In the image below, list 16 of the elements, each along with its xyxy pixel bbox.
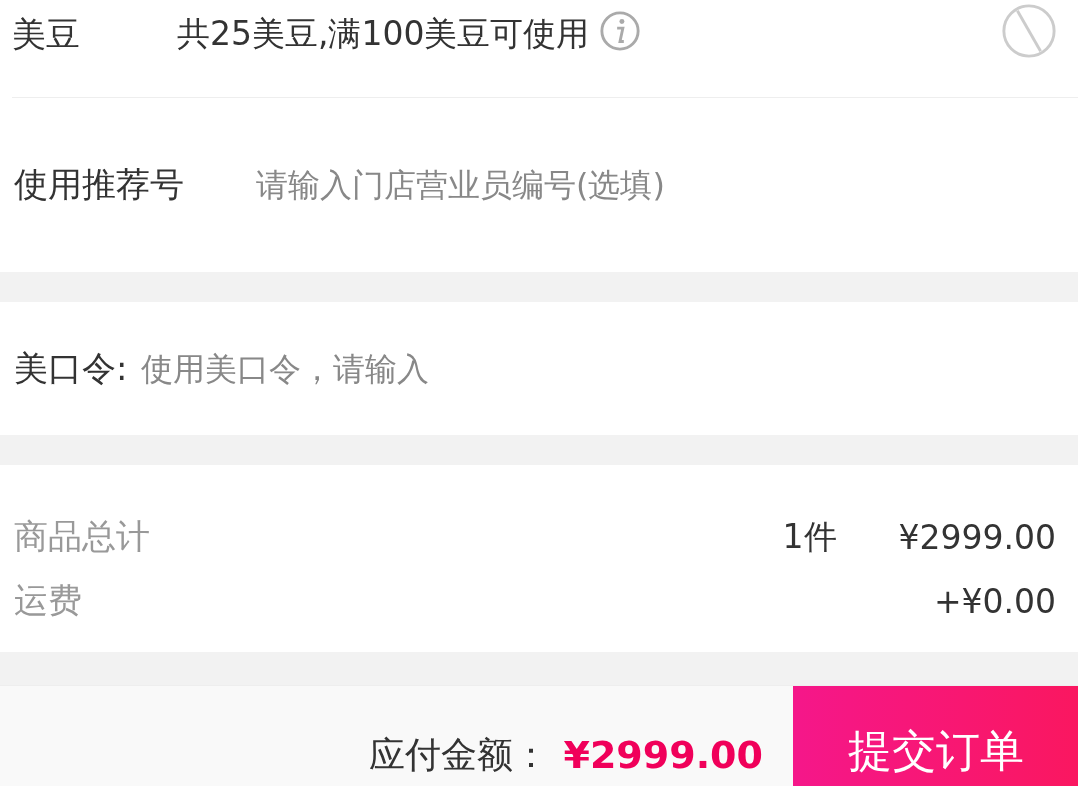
coupon-code-field[interactable]: 使用美口令，请输入 (139, 348, 1078, 389)
total-label: 应付金额： (369, 732, 550, 777)
summary-amount: ¥2999.00 (898, 517, 1056, 557)
referral-field[interactable]: 请输入门店营业员编号(选填) (254, 165, 1078, 205)
summary-label: 商品总计 (14, 515, 150, 558)
beans-label: 美豆 (12, 13, 81, 56)
submit-order-button[interactable]: 提交订单 (793, 686, 1078, 786)
coupon-code-label: 美口令: (14, 346, 128, 390)
prohibited-icon[interactable] (1000, 2, 1058, 60)
info-icon[interactable] (599, 10, 642, 52)
item-count: 1件 (782, 515, 837, 558)
summary-label: 运费 (14, 579, 82, 622)
summary-amount: +¥0.00 (933, 581, 1056, 621)
beans-info: 共25美豆,满100美豆可使用 (177, 13, 590, 55)
referral-label: 使用推荐号 (14, 163, 185, 206)
total-amount: ¥2999.00 (563, 733, 763, 777)
